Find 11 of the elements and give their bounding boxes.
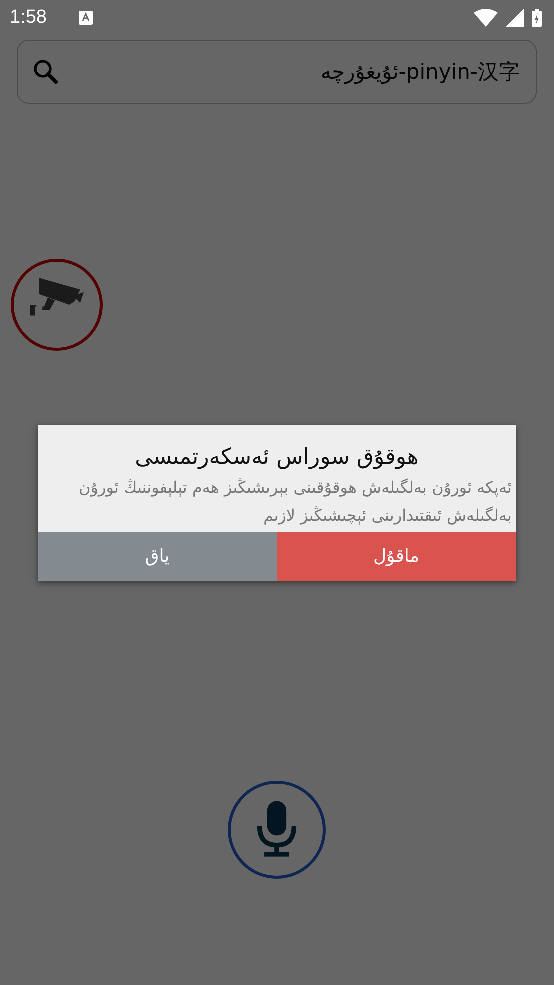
search-icon — [33, 59, 59, 85]
search-field[interactable]: ئۇيغۇرچە-pinyin-汉字 — [17, 40, 537, 104]
wifi-icon — [474, 9, 498, 27]
dialog-message: ئەپكە ئورۇن بەلگىلەش هوقۇقىنى بېرىشىڭىز ھەم تېلېفوننىڭ ئورۇن بەلگىلەش ئىقتىدارىنى ئېچىشىڭىز لازىم — [78, 477, 513, 527]
dialog-title: هوقۇق سوراس ئەسكەرتمىسى — [134, 444, 420, 472]
battery-icon — [532, 9, 542, 27]
keyboard-notification-icon — [78, 11, 93, 25]
cancel-button[interactable]: ياق — [38, 532, 277, 581]
status-time: 1:58 — [10, 7, 47, 29]
signal-icon — [506, 9, 524, 27]
confirm-button[interactable]: ماقۇل — [277, 532, 516, 581]
